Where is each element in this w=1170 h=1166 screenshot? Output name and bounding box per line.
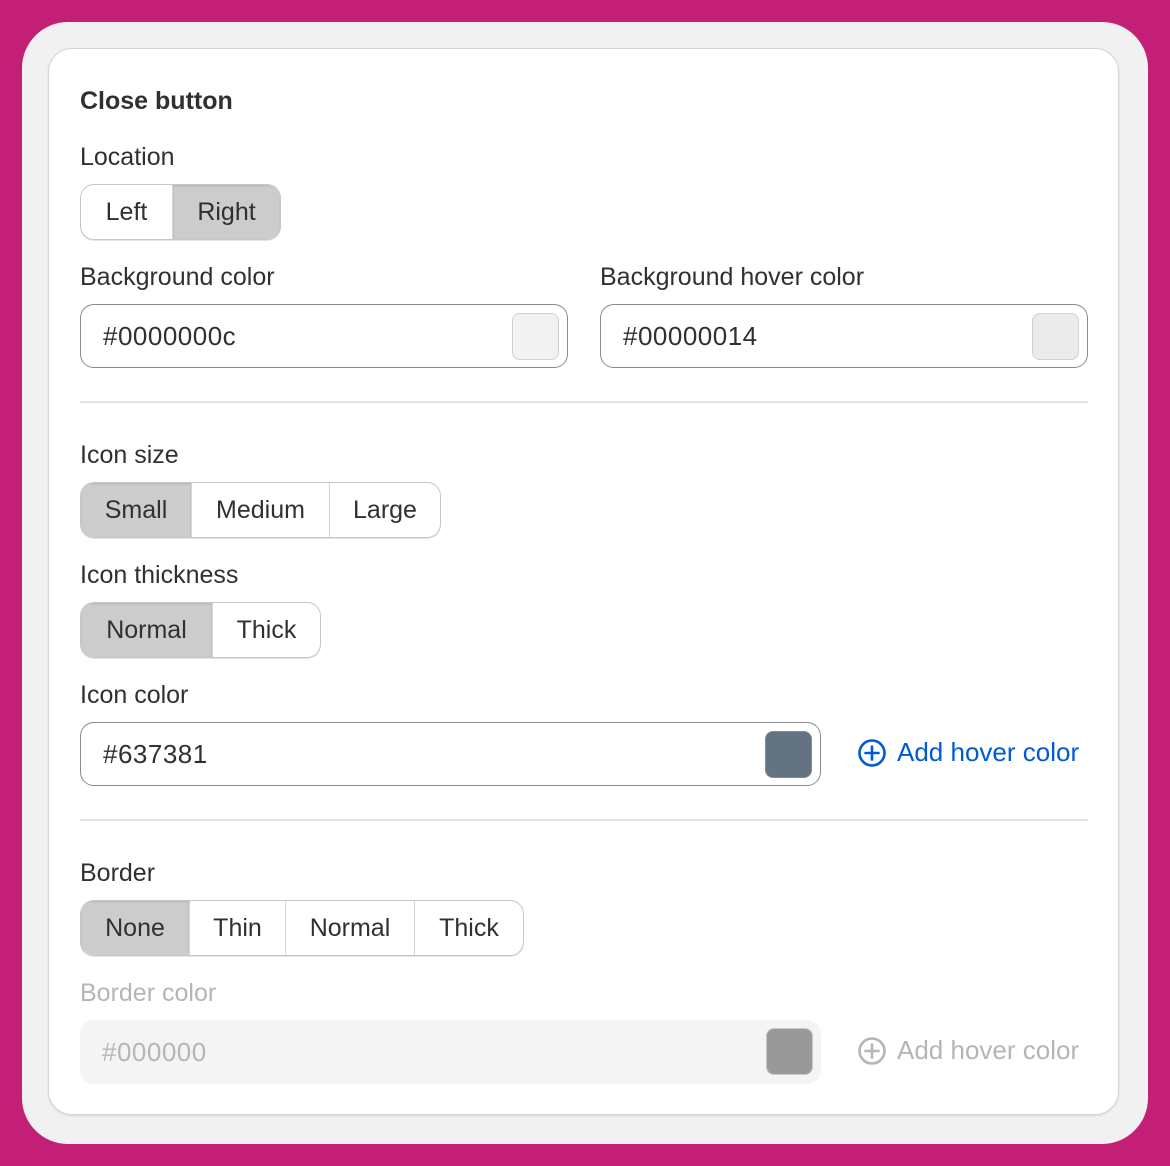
location-right-option[interactable]: Right <box>172 185 280 239</box>
icon-size-medium-option[interactable]: Medium <box>191 483 329 537</box>
border-thin-option[interactable]: Thin <box>189 901 285 955</box>
background-color-field[interactable]: #0000000c <box>80 304 568 368</box>
location-segmented-control: Left Right <box>80 184 281 240</box>
border-color-placeholder: #000000 <box>102 1036 207 1067</box>
icon-size-label: Icon size <box>80 441 179 469</box>
background-hover-color-value: #00000014 <box>623 320 758 351</box>
border-color-swatch <box>766 1028 813 1075</box>
icon-add-hover-color-link[interactable]: Add hover color <box>857 737 1079 768</box>
background-hover-color-label: Background hover color <box>600 263 865 291</box>
icon-size-large-option[interactable]: Large <box>329 483 440 537</box>
plus-circle-icon <box>858 1036 886 1065</box>
background-color-value: #0000000c <box>103 320 237 351</box>
border-label: Border <box>80 859 156 887</box>
location-left-option[interactable]: Left <box>81 185 172 239</box>
close-button-settings-card: Close button Location Left Right Backgro… <box>48 48 1119 1115</box>
background-color-swatch[interactable] <box>512 313 559 360</box>
border-normal-option[interactable]: Normal <box>285 901 414 955</box>
section-title: Close button <box>80 87 233 115</box>
border-add-hover-color-link[interactable]: Add hover color <box>857 1035 1079 1066</box>
border-thick-option[interactable]: Thick <box>414 901 523 955</box>
icon-thickness-thick-option[interactable]: Thick <box>212 603 320 657</box>
icon-thickness-normal-option[interactable]: Normal <box>81 603 212 657</box>
section-divider <box>80 401 1088 403</box>
location-label: Location <box>80 143 175 171</box>
icon-size-small-option[interactable]: Small <box>81 483 191 537</box>
icon-thickness-label: Icon thickness <box>80 561 239 589</box>
icon-thickness-segmented-control: Normal Thick <box>80 602 321 658</box>
section-divider <box>80 819 1088 821</box>
icon-size-segmented-control: Small Medium Large <box>80 482 441 538</box>
icon-color-value: #637381 <box>103 738 208 769</box>
plus-circle-icon <box>858 738 886 767</box>
border-add-hover-color-label: Add hover color <box>897 1035 1080 1065</box>
border-none-option[interactable]: None <box>81 901 189 955</box>
icon-color-swatch[interactable] <box>765 731 812 778</box>
icon-color-field[interactable]: #637381 <box>80 722 821 786</box>
border-color-label: Border color <box>80 979 217 1007</box>
icon-add-hover-color-label: Add hover color <box>897 737 1080 767</box>
icon-color-label: Icon color <box>80 681 189 709</box>
background-color-label: Background color <box>80 263 275 291</box>
border-color-field[interactable]: #000000 <box>80 1020 821 1084</box>
border-segmented-control: None Thin Normal Thick <box>80 900 524 956</box>
background-hover-color-field[interactable]: #00000014 <box>600 304 1088 368</box>
background-hover-color-swatch[interactable] <box>1032 313 1079 360</box>
